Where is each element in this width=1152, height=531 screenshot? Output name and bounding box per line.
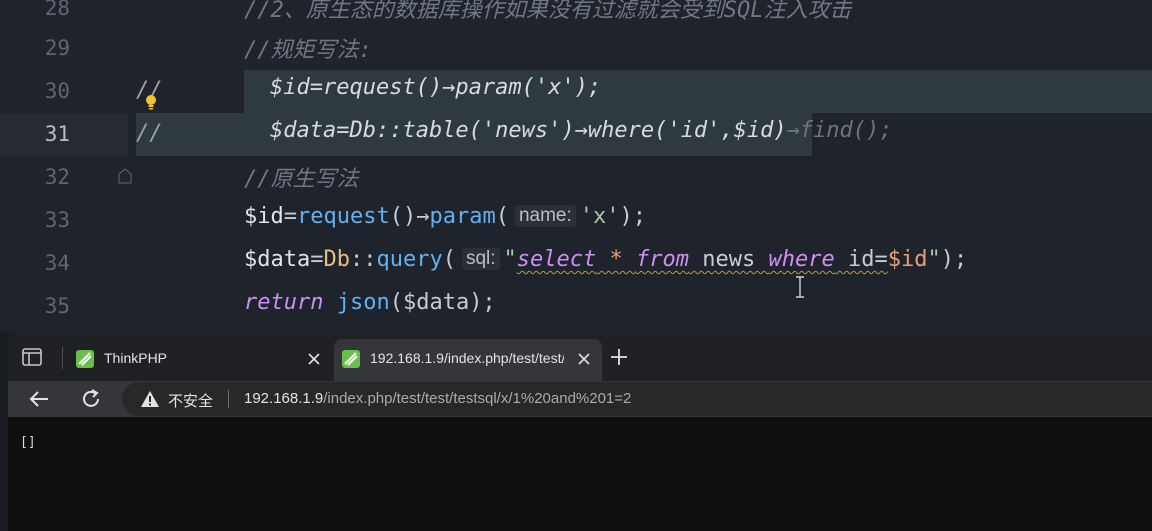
code-text: $id=request()→param('x'); <box>270 75 602 100</box>
close-icon[interactable] <box>576 351 592 367</box>
warning-triangle-icon[interactable] <box>140 390 160 408</box>
tab-divider <box>62 347 63 369</box>
code-text: $data=Db::table('news')→where('id',$id)→… <box>270 118 893 143</box>
inline-suggestion: →find(); <box>786 118 893 143</box>
plus-icon[interactable] <box>610 348 628 366</box>
token-keyword: return <box>244 290 324 315</box>
text-cursor-icon <box>796 276 804 298</box>
sql-identifier: news <box>689 247 769 272</box>
gutter: 32 <box>0 156 128 199</box>
code-line-32[interactable]: 32 //原生写法 <box>0 156 1152 199</box>
url-text[interactable]: 192.168.1.9/index.php/test/test/testsql/… <box>244 390 631 407</box>
page-content: [] <box>8 417 1152 531</box>
line-number: 28 <box>44 0 70 20</box>
token-punct: ()→ <box>389 204 430 229</box>
token-operator: = <box>283 204 297 229</box>
address-bar[interactable]: 不安全 192.168.1.9/index.php/test/test/test… <box>122 382 1152 416</box>
gutter: 33 <box>0 199 128 242</box>
line-number: 34 <box>44 251 70 275</box>
parameter-hint: sql: <box>461 248 500 270</box>
code-comment: //规矩写法: <box>244 38 372 63</box>
sql-string-warning: select * from news where id= <box>517 247 888 272</box>
fold-marker-icon[interactable] <box>118 168 132 184</box>
sql-keyword: where <box>768 247 835 272</box>
url-host: 192.168.1.9 <box>244 390 324 407</box>
tab-active[interactable]: 192.168.1.9/index.php/test/test/t <box>334 339 602 381</box>
json-response: [] <box>20 435 36 450</box>
line-number: 35 <box>44 294 70 318</box>
divider <box>228 390 229 408</box>
left-edge <box>0 331 8 531</box>
parameter-hint: name: <box>514 205 576 227</box>
code-comment: //原生写法 <box>244 167 359 192</box>
token-operator: = <box>310 247 324 272</box>
line-number: 32 <box>44 165 70 189</box>
token-punct: ( <box>495 204 509 229</box>
line-number: 31 <box>44 122 70 146</box>
line-number: 29 <box>44 36 70 60</box>
token-punct: ); <box>619 204 647 229</box>
change-marker-icon <box>196 0 220 1</box>
code-text: $data=Db::query(sql: "select * from news … <box>244 247 967 272</box>
token-function: json <box>323 290 390 315</box>
token-string: " <box>927 247 941 272</box>
code-text: $id=request()→param(name:'x'); <box>244 204 646 229</box>
code-comment: //2、原生态的数据库操作如果没有过滤就会受到SQL注入攻击 <box>244 0 852 23</box>
token-variable: $id <box>887 247 928 272</box>
token-function: query <box>376 247 443 272</box>
thinkphp-favicon <box>76 350 94 368</box>
sql-keyword: select <box>516 247 597 272</box>
code-selected-text: $data=Db::table('news')→where('id',$id) <box>270 118 787 143</box>
tab-thinkphp[interactable]: ThinkPHP <box>68 339 330 381</box>
code-line-34[interactable]: 34 $data=Db::query(sql: "select * from ne… <box>0 242 1152 285</box>
sql-identifier: id= <box>834 247 888 272</box>
browser-window[interactable]: ThinkPHP 192.168.1.9/index.php/test/test… <box>8 331 1152 531</box>
back-arrow-icon[interactable] <box>28 388 50 410</box>
token-function: request <box>297 204 390 229</box>
security-label[interactable]: 不安全 <box>168 390 213 411</box>
browser-toolbar: 不安全 192.168.1.9/index.php/test/test/test… <box>8 381 1152 417</box>
reload-icon[interactable] <box>80 388 102 410</box>
gutter: 29 <box>0 27 128 70</box>
token-variable: $data <box>244 247 311 272</box>
sql-operator: * <box>596 247 637 272</box>
gutter: 34 <box>0 242 128 285</box>
tab-title: 192.168.1.9/index.php/test/test/t <box>370 350 564 366</box>
token-variable: $id <box>244 204 284 229</box>
token-string: " <box>503 247 517 272</box>
token-punct: :: <box>349 247 377 272</box>
code-line-35[interactable]: 35 return json($data); <box>0 285 1152 328</box>
token-punct: ( <box>442 247 456 272</box>
code-line-33[interactable]: 33 $id=request()→param(name:'x'); <box>0 199 1152 242</box>
token-punct: ($data); <box>389 290 496 315</box>
line-number: 30 <box>44 79 70 103</box>
token-punct: ); <box>940 247 968 272</box>
close-icon[interactable] <box>306 351 322 367</box>
tab-actions-icon[interactable] <box>22 348 42 366</box>
code-line-28[interactable]: 28 //2、原生态的数据库操作如果没有过滤就会受到SQL注入攻击 <box>0 0 1152 30</box>
line-comment-marker: // <box>136 121 163 146</box>
thinkphp-favicon <box>342 350 360 368</box>
gutter: 30 <box>0 70 128 113</box>
sql-keyword: from <box>636 247 690 272</box>
code-line-31[interactable]: 31 // $data=Db::table('news')→where('id'… <box>0 113 1152 156</box>
code-text: return json($data); <box>244 290 496 315</box>
code-editor[interactable]: 28 //2、原生态的数据库操作如果没有过滤就会受到SQL注入攻击 29 //规… <box>0 0 1152 331</box>
tab-title: ThinkPHP <box>104 350 168 366</box>
gutter: 35 <box>0 285 128 328</box>
line-number: 33 <box>44 208 70 232</box>
token-string: 'x' <box>579 204 620 229</box>
url-path: /index.php/test/test/testsql/x/1%20and%2… <box>323 390 632 407</box>
gutter: 31 <box>0 113 128 156</box>
tab-bar: ThinkPHP 192.168.1.9/index.php/test/test… <box>8 331 1152 381</box>
lightbulb-icon[interactable] <box>144 94 158 110</box>
token-class: Db <box>323 247 350 272</box>
code-line-29[interactable]: 29 //规矩写法: <box>0 27 1152 70</box>
token-function: param <box>429 204 496 229</box>
gutter: 28 <box>0 0 128 30</box>
code-line-30[interactable]: 30 // $id=request()→param('x'); <box>0 70 1152 113</box>
